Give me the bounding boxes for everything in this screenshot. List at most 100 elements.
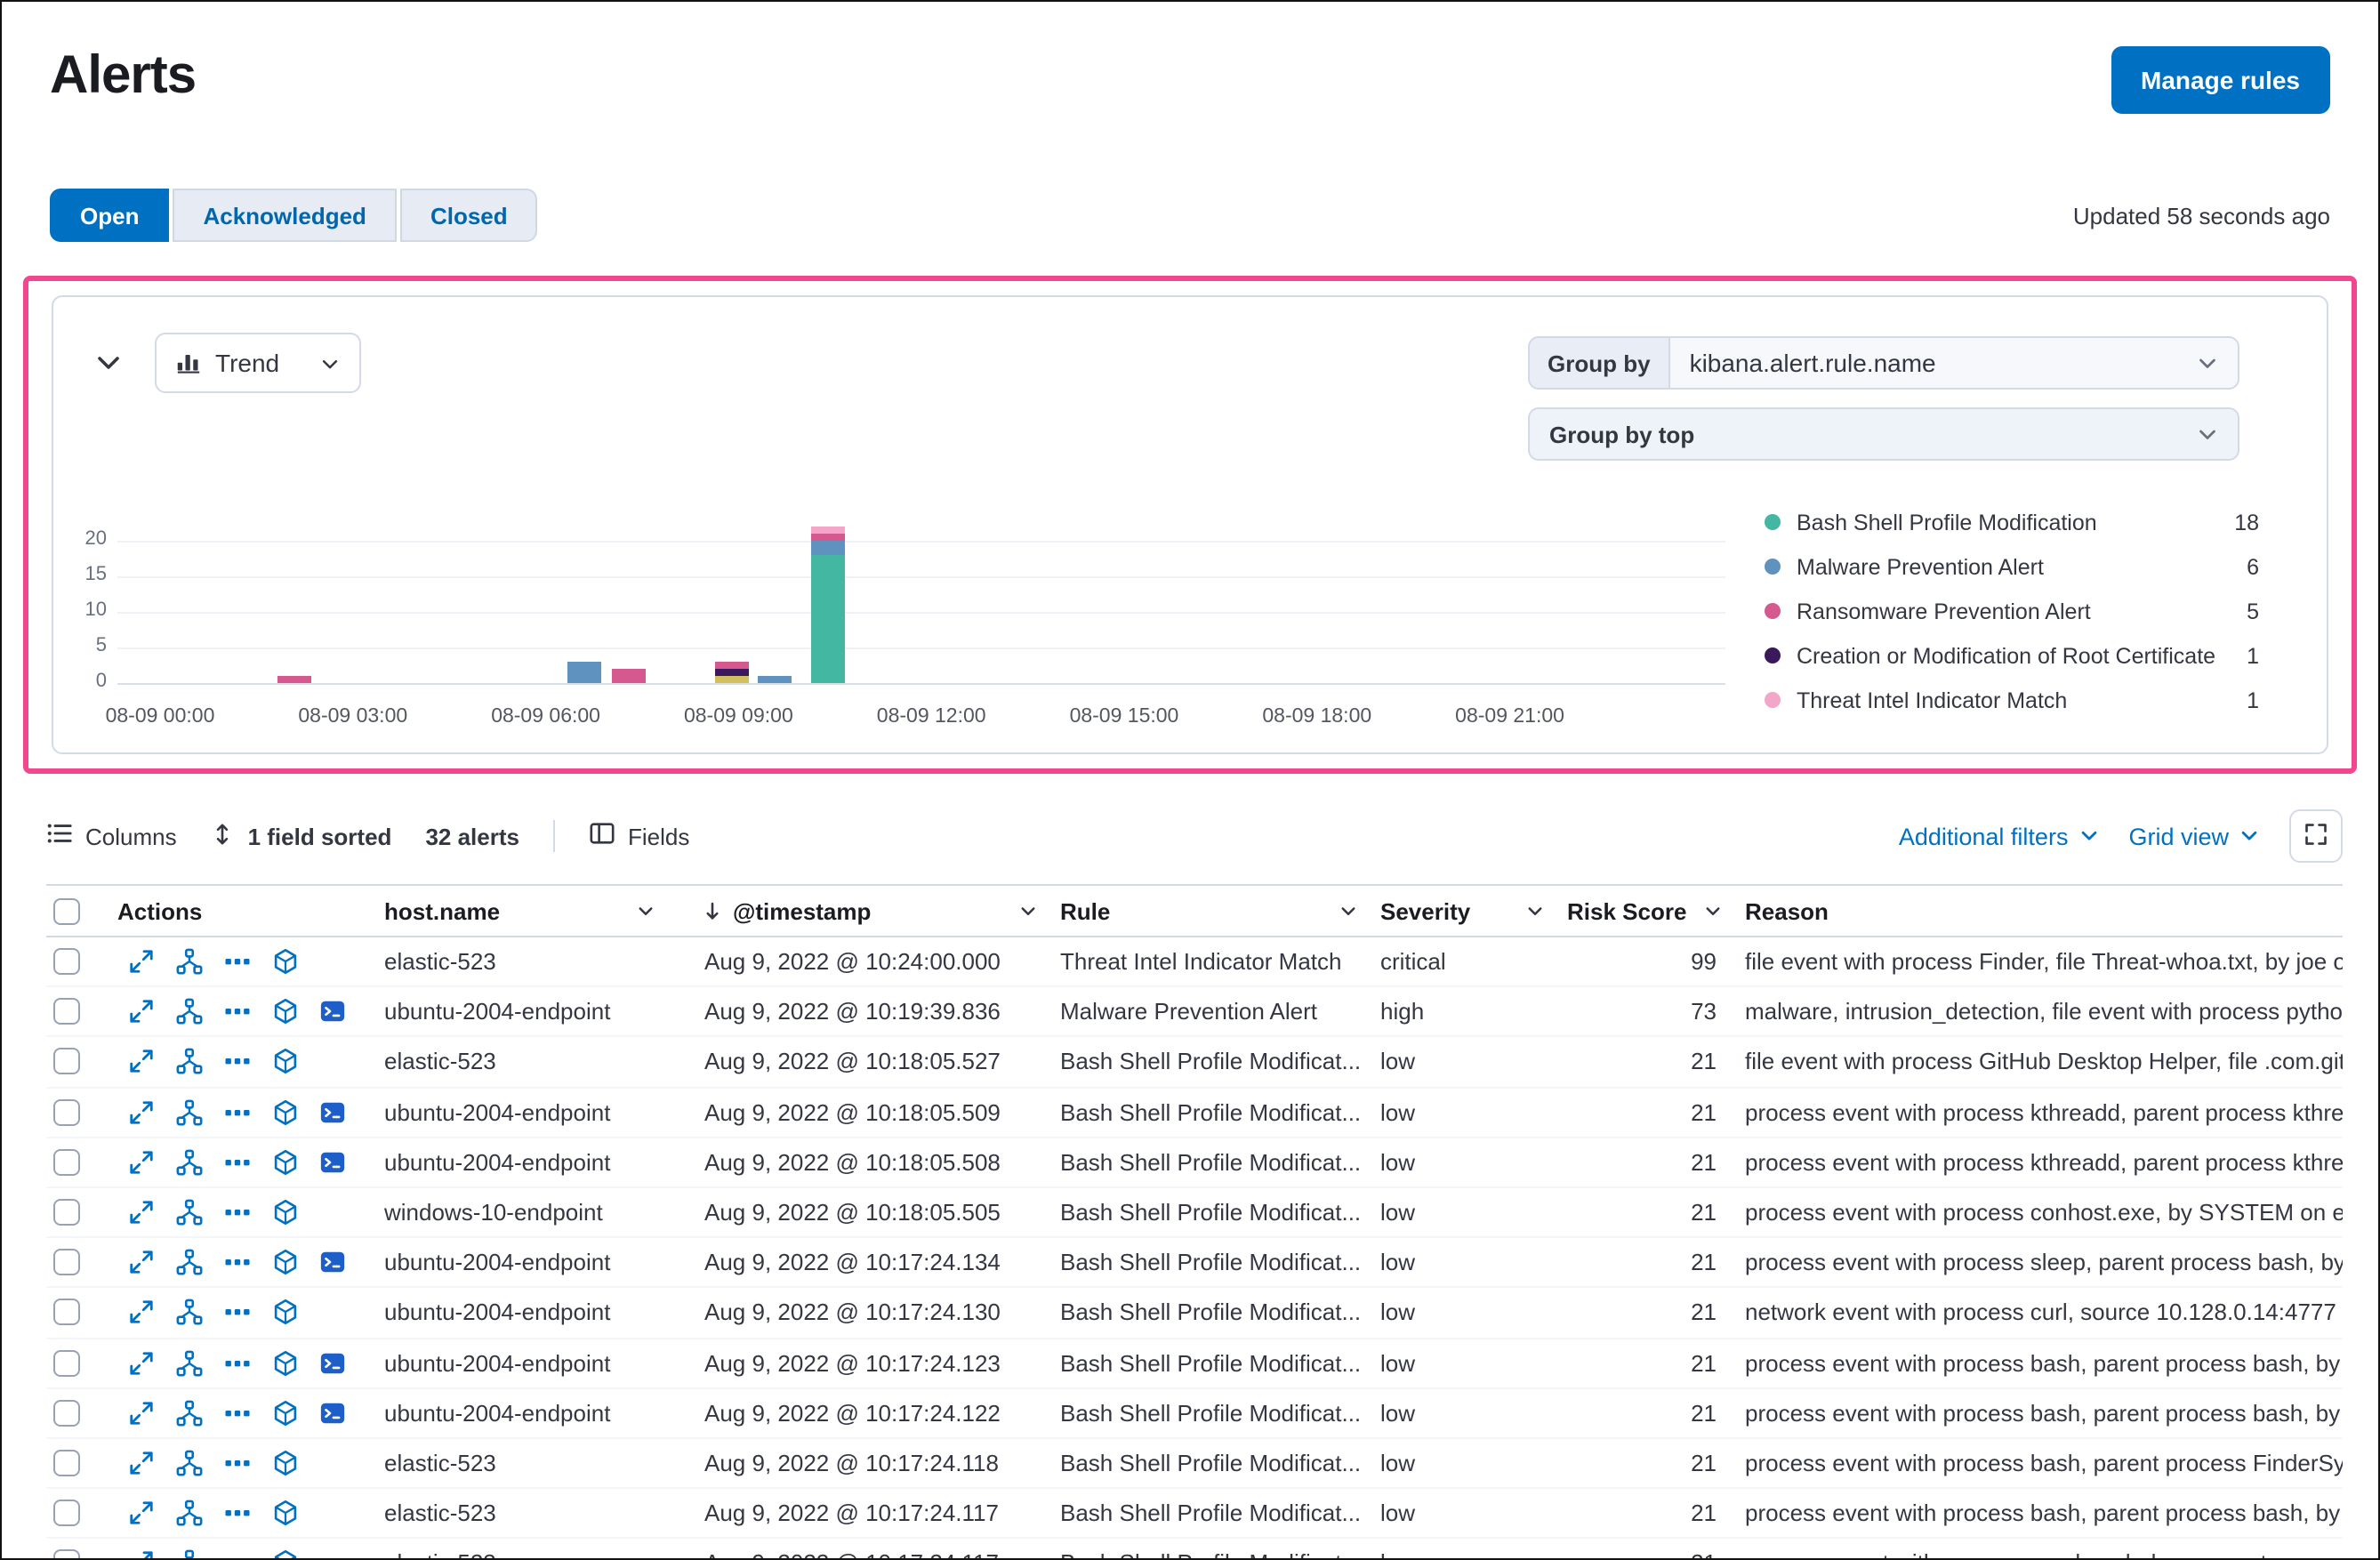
more-actions-icon[interactable] xyxy=(222,1198,251,1226)
expand-icon[interactable] xyxy=(126,1048,155,1076)
column-header-host-name[interactable]: host.name xyxy=(384,886,678,936)
expand-icon[interactable] xyxy=(126,947,155,976)
row-checkbox[interactable] xyxy=(53,1148,80,1176)
analyze-event-icon[interactable] xyxy=(174,1048,203,1076)
row-checkbox[interactable] xyxy=(53,1349,80,1377)
session-view-icon[interactable] xyxy=(318,1399,347,1427)
expand-icon[interactable] xyxy=(126,998,155,1026)
analyze-event-icon[interactable] xyxy=(174,1148,203,1177)
fullscreen-button[interactable] xyxy=(2289,809,2343,863)
osquery-icon[interactable] xyxy=(270,1449,299,1477)
analyze-event-icon[interactable] xyxy=(174,1399,203,1427)
row-checkbox[interactable] xyxy=(53,948,80,976)
more-actions-icon[interactable] xyxy=(222,1399,251,1427)
row-checkbox[interactable] xyxy=(53,1500,80,1527)
legend-item[interactable]: Malware Prevention Alert 6 xyxy=(1765,544,2259,589)
session-view-icon[interactable] xyxy=(318,1248,347,1276)
osquery-icon[interactable] xyxy=(270,1499,299,1527)
chart-bar[interactable] xyxy=(567,662,601,683)
more-actions-icon[interactable] xyxy=(222,947,251,976)
more-actions-icon[interactable] xyxy=(222,1499,251,1527)
more-actions-icon[interactable] xyxy=(222,1348,251,1377)
expand-icon[interactable] xyxy=(126,1348,155,1377)
tab-open[interactable]: Open xyxy=(50,189,170,242)
expand-icon[interactable] xyxy=(126,1399,155,1427)
more-actions-icon[interactable] xyxy=(222,1549,251,1558)
more-actions-icon[interactable] xyxy=(222,1148,251,1177)
more-actions-icon[interactable] xyxy=(222,1048,251,1076)
expand-icon[interactable] xyxy=(126,1248,155,1276)
expand-icon[interactable] xyxy=(126,1198,155,1226)
column-header-rule[interactable]: Rule xyxy=(1060,886,1380,936)
session-view-icon[interactable] xyxy=(318,1098,347,1126)
chart-bar[interactable] xyxy=(757,676,792,683)
expand-icon[interactable] xyxy=(126,1449,155,1477)
session-view-icon[interactable] xyxy=(318,998,347,1026)
legend-item[interactable]: Threat Intel Indicator Match 1 xyxy=(1765,678,2259,722)
sort-fields-button[interactable]: 1 field sorted xyxy=(211,821,391,851)
expand-icon[interactable] xyxy=(126,1148,155,1177)
osquery-icon[interactable] xyxy=(270,1148,299,1177)
row-checkbox[interactable] xyxy=(53,1048,80,1075)
osquery-icon[interactable] xyxy=(270,1348,299,1377)
session-view-icon[interactable] xyxy=(318,1148,347,1177)
expand-icon[interactable] xyxy=(126,1098,155,1126)
analyze-event-icon[interactable] xyxy=(174,1549,203,1558)
legend-item[interactable]: Creation or Modification of Root Certifi… xyxy=(1765,633,2259,678)
session-view-icon[interactable] xyxy=(318,1348,347,1377)
row-checkbox[interactable] xyxy=(53,1098,80,1126)
legend-item[interactable]: Bash Shell Profile Modification 18 xyxy=(1765,500,2259,544)
tab-acknowledged[interactable]: Acknowledged xyxy=(173,189,397,242)
expand-icon[interactable] xyxy=(126,1299,155,1327)
select-all-checkbox[interactable] xyxy=(53,897,80,924)
analyze-event-icon[interactable] xyxy=(174,1449,203,1477)
column-header-actions[interactable]: Actions xyxy=(117,886,384,936)
more-actions-icon[interactable] xyxy=(222,1098,251,1126)
more-actions-icon[interactable] xyxy=(222,1248,251,1276)
row-checkbox[interactable] xyxy=(53,1199,80,1226)
analyze-event-icon[interactable] xyxy=(174,1299,203,1327)
expand-icon[interactable] xyxy=(126,1499,155,1527)
osquery-icon[interactable] xyxy=(270,1198,299,1226)
fields-button[interactable]: Fields xyxy=(589,820,689,852)
analyze-event-icon[interactable] xyxy=(174,1098,203,1126)
chart-bar[interactable] xyxy=(811,527,846,683)
grid-view-button[interactable]: Grid view xyxy=(2128,823,2259,849)
chart-bar[interactable] xyxy=(612,669,647,683)
row-checkbox[interactable] xyxy=(53,1399,80,1427)
row-checkbox[interactable] xyxy=(53,998,80,1025)
manage-rules-button[interactable]: Manage rules xyxy=(2111,46,2330,114)
analyze-event-icon[interactable] xyxy=(174,947,203,976)
columns-button[interactable]: Columns xyxy=(46,820,177,852)
analyze-event-icon[interactable] xyxy=(174,1348,203,1377)
column-header-reason[interactable]: Reason xyxy=(1745,886,2343,936)
expand-icon[interactable] xyxy=(126,1549,155,1558)
row-checkbox[interactable] xyxy=(53,1299,80,1326)
analyze-event-icon[interactable] xyxy=(174,1248,203,1276)
chart-bar[interactable] xyxy=(277,676,312,683)
osquery-icon[interactable] xyxy=(270,1299,299,1327)
additional-filters-button[interactable]: Additional filters xyxy=(1899,823,2099,849)
osquery-icon[interactable] xyxy=(270,1549,299,1558)
column-header-timestamp[interactable]: @timestamp xyxy=(678,886,1060,936)
osquery-icon[interactable] xyxy=(270,1399,299,1427)
analyze-event-icon[interactable] xyxy=(174,1198,203,1226)
analyze-event-icon[interactable] xyxy=(174,1499,203,1527)
column-header-risk-score[interactable]: Risk Score xyxy=(1567,886,1745,936)
more-actions-icon[interactable] xyxy=(222,998,251,1026)
row-checkbox[interactable] xyxy=(53,1449,80,1476)
row-checkbox[interactable] xyxy=(53,1549,80,1558)
chart-bar[interactable] xyxy=(715,662,750,683)
osquery-icon[interactable] xyxy=(270,1248,299,1276)
legend-item[interactable]: Ransomware Prevention Alert 5 xyxy=(1765,589,2259,633)
column-header-severity[interactable]: Severity xyxy=(1380,886,1567,936)
more-actions-icon[interactable] xyxy=(222,1299,251,1327)
osquery-icon[interactable] xyxy=(270,1098,299,1126)
osquery-icon[interactable] xyxy=(270,998,299,1026)
analyze-event-icon[interactable] xyxy=(174,998,203,1026)
osquery-icon[interactable] xyxy=(270,1048,299,1076)
row-checkbox[interactable] xyxy=(53,1249,80,1276)
osquery-icon[interactable] xyxy=(270,947,299,976)
more-actions-icon[interactable] xyxy=(222,1449,251,1477)
tab-closed[interactable]: Closed xyxy=(399,189,538,242)
